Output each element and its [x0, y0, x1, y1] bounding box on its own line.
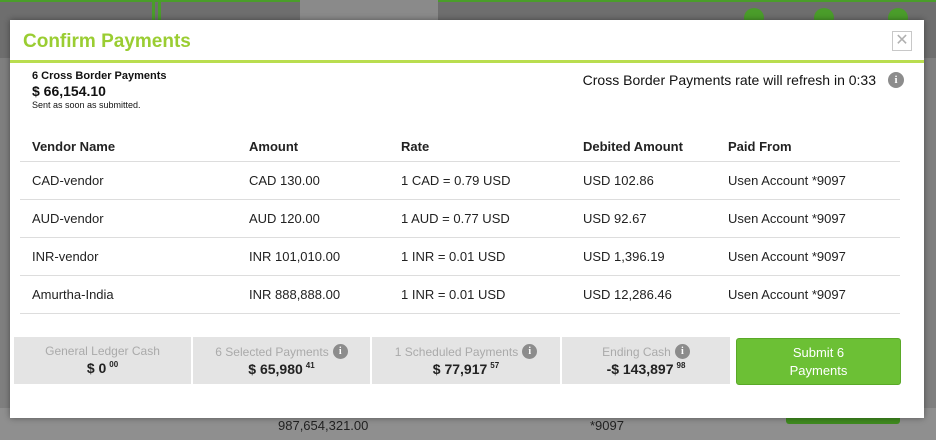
gl-cash-amount: $ 0 [86, 360, 107, 376]
scheduled-payments-label: 1 Scheduled Payments i [372, 344, 560, 359]
payments-summary: 6 Cross Border Payments $ 66,154.10 Sent… [32, 70, 167, 110]
rate-refresh-text: Cross Border Payments rate will refresh … [582, 72, 876, 88]
table-row: Amurtha-India INR 888,888.00 1 INR = 0.0… [20, 275, 900, 314]
background-amount: 987,654,321.00 [278, 418, 369, 433]
selected-payments-cents: 41 [305, 361, 315, 371]
submit-payments-button[interactable]: Submit 6 Payments [736, 338, 901, 385]
rate-cell: 1 INR = 0.01 USD [389, 275, 571, 314]
info-icon[interactable]: i [888, 72, 904, 88]
rate-cell: 1 AUD = 0.77 USD [389, 199, 571, 238]
payments-count: 6 Cross Border Payments [32, 70, 167, 82]
ending-cash-label: Ending Cash i [562, 344, 730, 359]
background-account: *9097 [590, 418, 624, 433]
table-row: CAD-vendor CAD 130.00 1 CAD = 0.79 USD U… [20, 161, 900, 200]
ending-cash-label-text: Ending Cash [602, 344, 671, 359]
debited-amount-cell: USD 102.86 [571, 161, 716, 200]
scheduled-payments-cents: 57 [490, 361, 500, 371]
scheduled-payments-amount: $ 77,917 [432, 361, 488, 377]
amount-cell: AUD 120.00 [237, 199, 389, 238]
rate-refresh-notice: Cross Border Payments rate will refresh … [583, 72, 904, 88]
gl-cash-label-text: General Ledger Cash [45, 344, 160, 358]
table-row: AUD-vendor AUD 120.00 1 AUD = 0.77 USD U… [20, 199, 900, 238]
amount-cell: INR 101,010.00 [237, 237, 389, 276]
payments-table: Vendor Name Amount Rate Debited Amount P… [20, 131, 900, 314]
rate-cell: 1 CAD = 0.79 USD [389, 161, 571, 200]
info-icon[interactable]: i [332, 344, 348, 359]
paid-from-cell: Usen Account *9097 [716, 199, 900, 238]
gl-cash-label: General Ledger Cash [14, 344, 191, 358]
close-button[interactable]: ✕ [892, 31, 912, 51]
payments-note: Sent as soon as submitted. [32, 100, 141, 110]
selected-payments-stat: 6 Selected Payments i $ 65,980 41 [193, 337, 370, 384]
paid-from-cell: Usen Account *9097 [716, 237, 900, 276]
column-header[interactable]: Debited Amount [571, 131, 716, 162]
selected-payments-label-text: 6 Selected Payments [215, 344, 329, 359]
scheduled-payments-label-text: 1 Scheduled Payments [394, 344, 519, 359]
submit-payments-label: Submit 6 Payments [789, 344, 848, 378]
gl-cash-cents: 00 [109, 360, 119, 370]
background-divider [158, 0, 161, 20]
debited-amount-cell: USD 1,396.19 [571, 237, 716, 276]
scheduled-payments-value: $ 77,917 57 [372, 361, 560, 377]
background-accent-strip [0, 0, 936, 2]
gl-cash-stat: General Ledger Cash $ 0 00 [14, 337, 191, 384]
amount-cell: INR 888,888.00 [237, 275, 389, 314]
info-icon[interactable]: i [522, 344, 538, 359]
selected-payments-label: 6 Selected Payments i [193, 344, 370, 359]
vendor-name-cell: INR-vendor [20, 237, 237, 276]
background-tab [300, 0, 438, 20]
ending-cash-value: -$ 143,897 98 [562, 361, 730, 377]
gl-cash-value: $ 0 00 [14, 360, 191, 376]
column-header[interactable]: Rate [389, 131, 571, 162]
amount-cell: CAD 130.00 [237, 161, 389, 200]
selected-payments-amount: $ 65,980 [248, 361, 303, 377]
payment-totals-bar: General Ledger Cash $ 0 00 6 Selected Pay… [14, 337, 901, 385]
scheduled-payments-stat: 1 Scheduled Payments i $ 77,917 57 [372, 337, 560, 384]
background-divider [152, 0, 155, 20]
selected-payments-value: $ 65,980 41 [193, 361, 370, 377]
paid-from-cell: Usen Account *9097 [716, 275, 900, 314]
table-header-row: Vendor Name Amount Rate Debited Amount P… [20, 131, 900, 162]
payments-total: $ 66,154.10 [32, 83, 106, 99]
rate-cell: 1 INR = 0.01 USD [389, 237, 571, 276]
dialog-header: Confirm Payments ✕ [10, 20, 924, 63]
vendor-name-cell: AUD-vendor [20, 199, 237, 238]
ending-cash-amount: -$ 143,897 [606, 361, 674, 377]
vendor-name-cell: CAD-vendor [20, 161, 237, 200]
dialog-title: Confirm Payments [23, 31, 191, 52]
debited-amount-cell: USD 12,286.46 [571, 275, 716, 314]
info-icon[interactable]: i [674, 344, 690, 359]
table-row: INR-vendor INR 101,010.00 1 INR = 0.01 U… [20, 237, 900, 276]
ending-cash-cents: 98 [676, 361, 686, 371]
column-header[interactable]: Vendor Name [20, 131, 237, 162]
ending-cash-stat: Ending Cash i -$ 143,897 98 [562, 337, 730, 384]
debited-amount-cell: USD 92.67 [571, 199, 716, 238]
vendor-name-cell: Amurtha-India [20, 275, 237, 314]
column-header[interactable]: Amount [237, 131, 389, 162]
paid-from-cell: Usen Account *9097 [716, 161, 900, 200]
column-header[interactable]: Paid From [716, 131, 900, 162]
